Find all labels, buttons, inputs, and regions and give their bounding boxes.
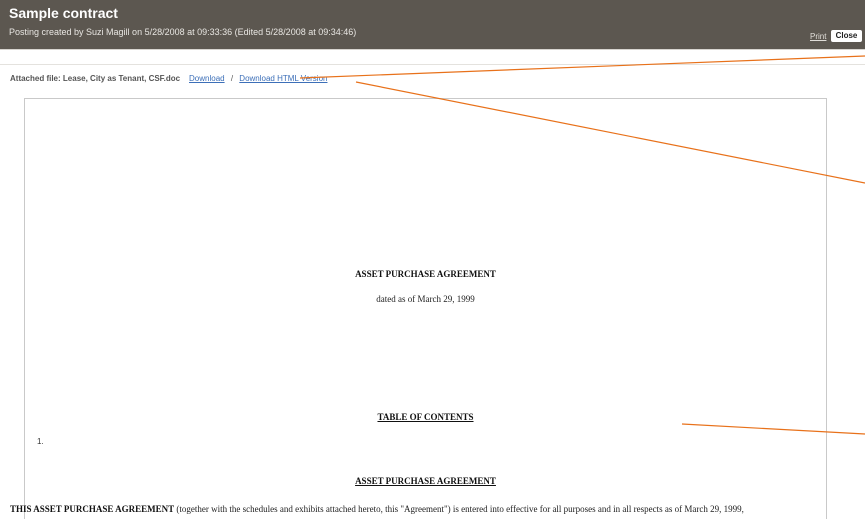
download-link[interactable]: Download bbox=[189, 74, 225, 83]
posting-header: Sample contract Posting created by Suzi … bbox=[0, 0, 865, 49]
section-heading: ASSET PURCHASE AGREEMENT bbox=[355, 476, 496, 486]
toc-heading: TABLE OF CONTENTS bbox=[377, 412, 474, 422]
attachment-filename: Lease, City as Tenant, CSF.doc bbox=[62, 74, 181, 83]
callout-line-download bbox=[299, 55, 865, 79]
document-date: dated as of March 29, 1999 bbox=[376, 294, 475, 304]
toc-item-number: 1. bbox=[37, 437, 44, 446]
attachment-label: Attached file: bbox=[10, 74, 61, 83]
print-link[interactable]: Print bbox=[810, 32, 826, 41]
document-title: ASSET PURCHASE AGREEMENT bbox=[355, 269, 496, 279]
header-divider bbox=[0, 49, 865, 50]
link-separator: / bbox=[230, 74, 234, 83]
posting-meta: Posting created by Suzi Magill on 5/28/2… bbox=[9, 27, 357, 37]
header-divider-secondary bbox=[0, 64, 865, 65]
contract-viewer-page: Sample contract Posting created by Suzi … bbox=[0, 0, 865, 519]
posting-title: Sample contract bbox=[9, 5, 118, 21]
intro-paragraph-body: (together with the schedules and exhibit… bbox=[174, 504, 744, 514]
close-button[interactable]: Close bbox=[831, 30, 862, 42]
intro-paragraph: THIS ASSET PURCHASE AGREEMENT (together … bbox=[10, 504, 830, 514]
document-preview[interactable]: ASSET PURCHASE AGREEMENT dated as of Mar… bbox=[24, 98, 827, 519]
download-html-link[interactable]: Download HTML Version bbox=[239, 74, 327, 83]
intro-paragraph-lead: THIS ASSET PURCHASE AGREEMENT bbox=[10, 504, 175, 514]
attachment-row: Attached file: Lease, City as Tenant, CS… bbox=[10, 74, 327, 83]
